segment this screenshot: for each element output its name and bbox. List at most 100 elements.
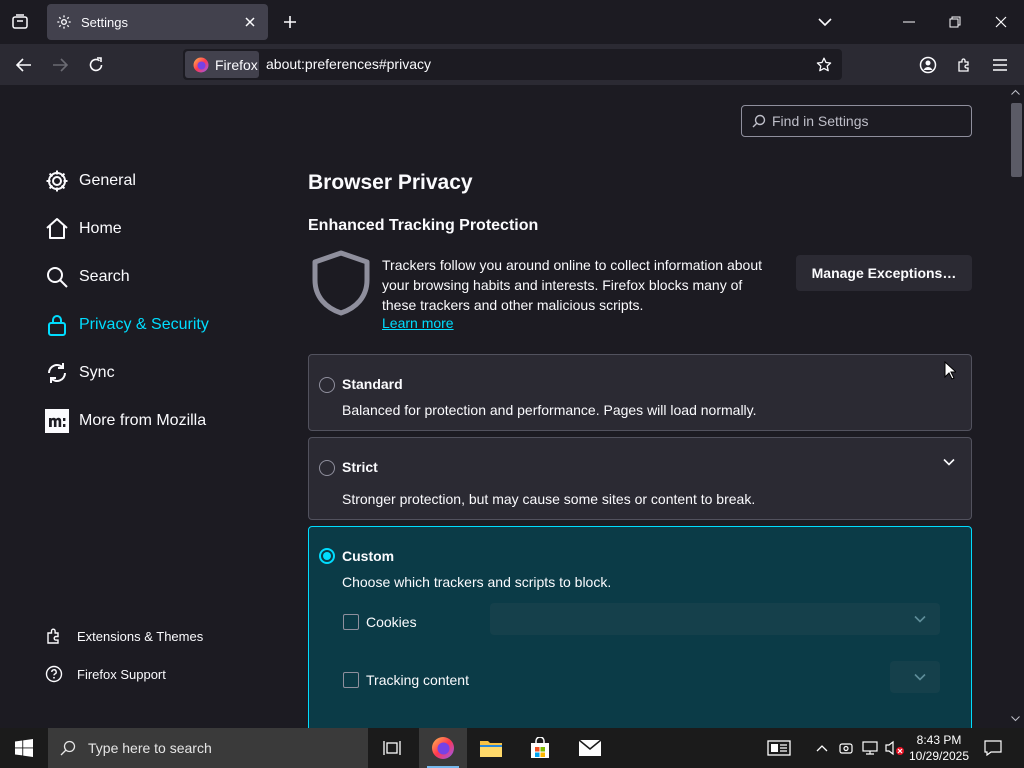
news-widget-button[interactable]	[762, 728, 796, 768]
app-menu-button[interactable]	[985, 50, 1015, 80]
tab-title: Settings	[81, 14, 128, 30]
reload-button[interactable]	[81, 50, 111, 80]
sync-icon	[45, 361, 69, 385]
sidebar-item-privacy-security[interactable]: Privacy & Security	[45, 310, 209, 340]
option-title: Standard	[342, 376, 403, 392]
taskbar-search-box[interactable]: Type here to search	[48, 728, 368, 768]
sidebar-item-general[interactable]: General	[45, 166, 136, 196]
search-icon	[45, 265, 69, 289]
tab-settings[interactable]: Settings	[47, 4, 268, 40]
new-tab-button[interactable]	[278, 10, 302, 34]
sidebar-item-label: More from Mozilla	[79, 412, 207, 429]
show-hidden-icons-button[interactable]	[812, 728, 832, 768]
sidebar-item-sync[interactable]: Sync	[45, 358, 115, 388]
task-view-button[interactable]	[368, 728, 416, 768]
account-button[interactable]	[913, 50, 943, 80]
back-button[interactable]	[9, 50, 39, 80]
extensions-button[interactable]	[949, 50, 979, 80]
sidebar-item-home[interactable]: Home	[45, 214, 122, 244]
mouse-cursor-icon	[944, 361, 956, 380]
expand-strict-button[interactable]	[943, 458, 955, 466]
page-scrollbar[interactable]	[1007, 85, 1024, 728]
star-icon	[816, 57, 832, 72]
scroll-thumb[interactable]	[1011, 103, 1022, 177]
taskbar-clock[interactable]: 8:43 PM 10/29/2025	[906, 732, 972, 764]
sidebar-item-more-from-mozilla[interactable]: More from Mozilla	[45, 406, 206, 436]
minimize-button[interactable]	[886, 0, 932, 44]
store-icon	[531, 737, 549, 758]
firefox-view-button[interactable]	[6, 8, 34, 36]
mail-icon	[578, 739, 602, 756]
etp-description: Trackers follow you around online to col…	[382, 257, 763, 313]
taskbar-firefox[interactable]	[419, 728, 467, 768]
option-strict[interactable]: Strict Stronger protection, but may caus…	[308, 437, 972, 520]
identity-box[interactable]: Firefox	[185, 51, 259, 78]
forward-arrow-icon	[53, 58, 68, 72]
cookies-select[interactable]	[490, 603, 940, 635]
manage-exceptions-button[interactable]: Manage Exceptions…	[796, 255, 972, 291]
option-description: Choose which trackers and scripts to blo…	[342, 574, 612, 590]
sidebar-item-extensions-themes[interactable]: Extensions & Themes	[45, 621, 203, 651]
etp-heading: Enhanced Tracking Protection	[308, 217, 539, 234]
find-placeholder: Find in Settings	[772, 113, 869, 129]
clock-time: 8:43 PM	[916, 733, 962, 747]
start-button[interactable]	[0, 728, 48, 768]
sidebar-item-label: Home	[79, 220, 122, 237]
reload-icon	[89, 57, 103, 72]
restore-icon	[949, 16, 961, 28]
taskbar-mail[interactable]	[566, 728, 614, 768]
folder-icon	[480, 741, 502, 757]
url-bar[interactable]: Firefox about:preferences#privacy	[183, 49, 842, 80]
network-button[interactable]	[860, 728, 880, 768]
chevron-down-icon	[818, 18, 832, 27]
url-text[interactable]: about:preferences#privacy	[266, 56, 431, 72]
mozilla-icon	[45, 409, 69, 433]
help-icon	[45, 665, 63, 683]
gear-icon	[56, 14, 72, 30]
forward-button[interactable]	[45, 50, 75, 80]
standard-radio[interactable]	[319, 377, 335, 393]
find-in-settings-input[interactable]: Find in Settings	[741, 105, 972, 137]
speaker-muted-icon	[885, 740, 904, 756]
settings-page: Find in Settings General Home Search Pri…	[0, 85, 1024, 728]
taskbar-file-explorer[interactable]	[467, 728, 515, 768]
chevron-up-icon	[816, 745, 828, 752]
custom-radio[interactable]	[319, 548, 335, 564]
restore-button[interactable]	[932, 0, 978, 44]
windows-logo-icon	[15, 739, 33, 757]
firefox-logo-icon	[193, 57, 209, 73]
learn-more-link[interactable]: Learn more	[382, 315, 454, 331]
notifications-button[interactable]	[978, 728, 1008, 768]
volume-button[interactable]	[884, 728, 906, 768]
option-custom[interactable]: Custom Choose which trackers and scripts…	[308, 526, 972, 728]
page-title: Browser Privacy	[308, 171, 473, 194]
network-icon	[862, 741, 878, 755]
sidebar-item-label: Extensions & Themes	[77, 628, 204, 644]
tracking-content-select[interactable]	[890, 661, 940, 693]
close-window-button[interactable]	[978, 0, 1024, 44]
scroll-up-arrow-icon[interactable]	[1011, 89, 1020, 95]
account-icon	[919, 56, 937, 74]
scroll-down-arrow-icon[interactable]	[1011, 716, 1020, 722]
meet-now-button[interactable]	[836, 728, 856, 768]
option-standard[interactable]: Standard Balanced for protection and per…	[308, 354, 972, 431]
list-all-tabs-button[interactable]	[813, 10, 837, 34]
strict-radio[interactable]	[319, 460, 335, 476]
windows-taskbar: Type here to search 8:43 PM 10/29/2025	[0, 728, 1024, 768]
sidebar-item-search[interactable]: Search	[45, 262, 130, 292]
chevron-down-icon	[943, 458, 955, 466]
navigation-toolbar: Firefox about:preferences#privacy	[0, 44, 1024, 85]
close-icon	[245, 17, 255, 27]
taskbar-microsoft-store[interactable]	[516, 728, 564, 768]
bookmark-button[interactable]	[812, 53, 836, 77]
sidebar-item-firefox-support[interactable]: Firefox Support	[45, 659, 166, 689]
sidebar-item-label: Sync	[79, 364, 115, 381]
tracking-content-checkbox[interactable]	[343, 672, 359, 688]
sidebar-item-label: Firefox Support	[77, 666, 166, 682]
cookies-checkbox[interactable]	[343, 614, 359, 630]
sidebar-item-label: General	[79, 172, 136, 189]
sidebar-item-label: Privacy & Security	[79, 316, 209, 333]
close-tab-button[interactable]	[240, 12, 260, 32]
option-title: Custom	[342, 548, 395, 564]
news-icon	[767, 740, 791, 756]
